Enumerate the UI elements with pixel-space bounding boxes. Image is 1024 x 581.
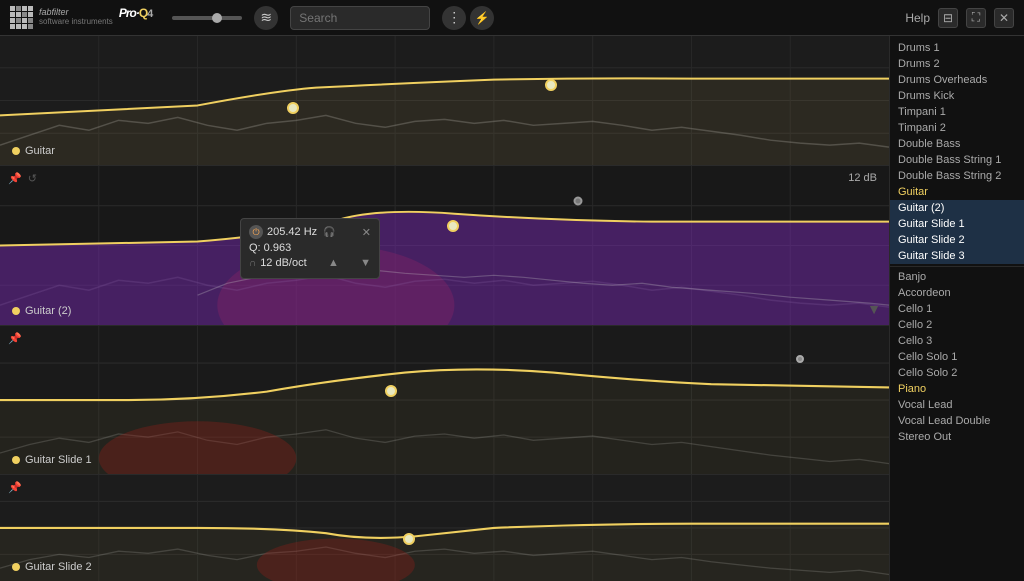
eq-node-slide2-1[interactable] [403, 533, 415, 545]
panel-view-button[interactable]: ⊟ [938, 8, 958, 28]
sidebar-item-vocalleaddouble[interactable]: Vocal Lead Double [890, 413, 1024, 429]
sidebar-item-piano[interactable]: Piano [890, 381, 1024, 397]
fullscreen-button[interactable]: ⛶ [966, 8, 986, 28]
search-box [290, 6, 430, 30]
popup-power-icon[interactable]: ⏻ [249, 225, 263, 239]
pin-icon[interactable]: 📌 [8, 172, 22, 185]
pin-icon-3[interactable]: 📌 [8, 332, 22, 345]
sidebar-item-banjo[interactable]: Banjo [890, 269, 1024, 285]
eq-node-2[interactable] [545, 79, 557, 91]
panel-label-guitar: Guitar [12, 145, 55, 157]
eq-node-bell-2[interactable] [447, 220, 459, 232]
output-slider[interactable] [172, 16, 242, 20]
sidebar-item-stereoout[interactable]: Stereo Out [890, 429, 1024, 445]
track-dot-2 [12, 307, 20, 315]
track-dot [12, 147, 20, 155]
search-input[interactable] [299, 11, 421, 25]
brand-tagline: software instruments [39, 18, 113, 27]
eq-popup: ⏻ 205.42 Hz 🎧 ✕ Q: 0.963 ∩ 12 dB/oct ▲ ▼ [240, 218, 380, 279]
track-dot-4 [12, 563, 20, 571]
sidebar-item-doublebassstring2[interactable]: Double Bass String 2 [890, 168, 1024, 184]
popup-close-button[interactable]: ✕ [362, 226, 371, 239]
sidebar-item-cello3[interactable]: Cello 3 [890, 333, 1024, 349]
logo-bits [10, 6, 33, 29]
header: fabfilter software instruments Pro·Q4 ≋ … [0, 0, 1024, 36]
lightning-button[interactable]: ⚡ [470, 6, 494, 30]
sidebar-item-drums1[interactable]: Drums 1 [890, 40, 1024, 56]
popup-collapse-arrow[interactable]: ▼ [360, 257, 371, 269]
eq-panel-guitar: Guitar [0, 36, 889, 166]
sidebar-divider-1 [890, 266, 1024, 267]
eq-node-bell-3[interactable] [573, 196, 582, 205]
track-dot-3 [12, 456, 20, 464]
db-label-guitar2: 12 dB [848, 172, 877, 184]
eq-node-slide1-1[interactable] [385, 385, 397, 397]
sidebar-item-drumsoverheads[interactable]: Drums Overheads [890, 72, 1024, 88]
sidebar-item-guitarslide3[interactable]: Guitar Slide 3 [890, 248, 1024, 264]
sidebar-item-guitarslide1[interactable]: Guitar Slide 1 [890, 216, 1024, 232]
close-button[interactable]: ✕ [994, 8, 1014, 28]
pin-icon-4[interactable]: 📌 [8, 481, 22, 494]
sidebar-item-guitarslide2[interactable]: Guitar Slide 2 [890, 232, 1024, 248]
popup-db-row: ∩ 12 dB/oct ▲ ▼ [249, 257, 371, 269]
logo-area: fabfilter software instruments Pro·Q4 [10, 6, 152, 29]
sidebar-item-timpani2[interactable]: Timpani 2 [890, 120, 1024, 136]
eq-panel-guitar2: ⏻ 205.42 Hz 🎧 ✕ Q: 0.963 ∩ 12 dB/oct ▲ ▼… [0, 166, 889, 326]
eq-panel-guitarslide2: 📌 Guitar Slide 2 [0, 475, 889, 581]
sidebar-item-doublebass[interactable]: Double Bass [890, 136, 1024, 152]
sidebar-item-cellosolo1[interactable]: Cello Solo 1 [890, 349, 1024, 365]
help-button[interactable]: Help [905, 11, 930, 25]
eq-node-1[interactable] [287, 102, 299, 114]
panel-2-icons: 📌 ↺ [8, 172, 37, 185]
scroll-down-arrow[interactable]: ▼ [867, 301, 881, 317]
reset-icon[interactable]: ↺ [28, 172, 37, 185]
popup-curve-icon: ∩ [249, 258, 256, 269]
sidebar-item-vocallead[interactable]: Vocal Lead [890, 397, 1024, 413]
panel-4-icons: 📌 [8, 481, 22, 494]
sidebar-item-cello1[interactable]: Cello 1 [890, 301, 1024, 317]
eq-shape-button[interactable]: ≋ [254, 6, 278, 30]
sidebar-item-guitar[interactable]: Guitar [890, 184, 1024, 200]
panel-label-slide1: Guitar Slide 1 [12, 454, 92, 466]
popup-freq: 205.42 Hz [267, 226, 317, 238]
eq-node-slide1-2[interactable] [796, 355, 804, 363]
popup-headphones-icon[interactable]: 🎧 [323, 227, 335, 238]
menu-dots-button[interactable]: ⋮ [442, 6, 466, 30]
panel-3-icons: 📌 [8, 332, 22, 345]
eq-panels: Guitar [0, 36, 889, 581]
eq-panel-guitarslide1: 📌 Guitar Slide 1 [0, 326, 889, 475]
popup-q: Q: 0.963 [249, 242, 291, 254]
header-right: Help ⊟ ⛶ ✕ [905, 8, 1014, 28]
popup-q-row: Q: 0.963 [249, 242, 371, 254]
sidebar-item-doublebassstring1[interactable]: Double Bass String 1 [890, 152, 1024, 168]
sidebar-item-cellosolo2[interactable]: Cello Solo 2 [890, 365, 1024, 381]
popup-expand-arrow[interactable]: ▲ [328, 257, 339, 269]
sidebar-item-accordeon[interactable]: Accordeon [890, 285, 1024, 301]
sidebar-item-drumskick[interactable]: Drums Kick [890, 88, 1024, 104]
product-logo: Pro·Q4 [119, 6, 152, 29]
sidebar-item-guitar2[interactable]: Guitar (2) [890, 200, 1024, 216]
sidebar-item-timpani1[interactable]: Timpani 1 [890, 104, 1024, 120]
sidebar-item-drums2[interactable]: Drums 2 [890, 56, 1024, 72]
sidebar: Drums 1 Drums 2 Drums Overheads Drums Ki… [889, 36, 1024, 581]
panel-label-slide2: Guitar Slide 2 [12, 561, 92, 573]
main-content: Guitar [0, 36, 1024, 581]
popup-db: 12 dB/oct [260, 257, 306, 269]
popup-freq-row: ⏻ 205.42 Hz 🎧 ✕ [249, 225, 371, 239]
panel-label-guitar2: Guitar (2) [12, 305, 71, 317]
sidebar-item-cello2[interactable]: Cello 2 [890, 317, 1024, 333]
